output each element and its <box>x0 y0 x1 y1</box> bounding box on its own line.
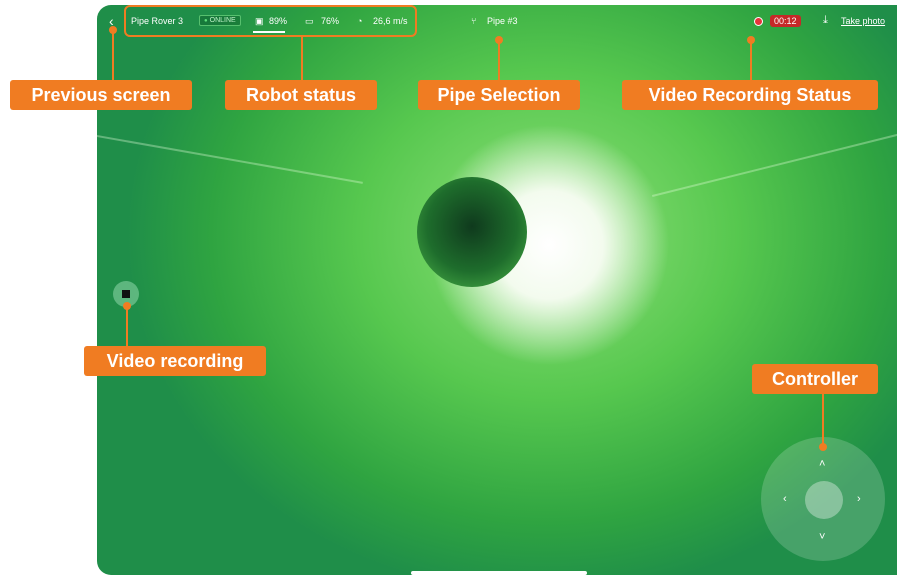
callout-dot <box>747 36 755 44</box>
chevron-down-icon[interactable]: ˅ <box>819 532 825 543</box>
label-robot-status: Robot status <box>225 80 377 110</box>
recording-indicator-icon <box>754 17 763 26</box>
pipe-icon[interactable]: ⑂ <box>471 16 476 26</box>
callout-dot <box>819 443 827 451</box>
callout-dot <box>109 26 117 34</box>
chevron-right-icon[interactable]: › <box>857 494 861 505</box>
label-video-recording: Video recording <box>84 346 266 376</box>
callout-dot <box>123 302 131 310</box>
label-previous-screen: Previous screen <box>10 80 192 110</box>
callout-line <box>498 40 500 82</box>
pipe-seam <box>97 135 363 184</box>
robot-status-highlight <box>124 5 417 37</box>
label-controller: Controller <box>752 364 878 394</box>
callout-dot <box>495 36 503 44</box>
download-icon[interactable]: ⤓ <box>823 14 828 27</box>
callout-line <box>822 394 824 446</box>
pipe-selector[interactable]: Pipe #3 <box>487 16 518 26</box>
label-video-recording-status: Video Recording Status <box>622 80 878 110</box>
label-pipe-selection: Pipe Selection <box>418 80 580 110</box>
chevron-left-icon[interactable]: ‹ <box>783 494 787 505</box>
pipe-depth <box>417 177 527 287</box>
chevron-up-icon[interactable]: ˄ <box>819 459 825 470</box>
callout-line <box>750 40 752 82</box>
pipe-seam <box>652 132 897 197</box>
callout-line <box>126 306 128 346</box>
joystick-knob[interactable] <box>805 481 843 519</box>
recording-timer: 00:12 <box>770 15 801 27</box>
joystick-controller[interactable]: ˄ ˅ ‹ › <box>761 437 885 561</box>
home-indicator <box>411 571 587 575</box>
callout-line <box>301 36 303 82</box>
take-photo-button[interactable]: Take photo <box>841 16 885 26</box>
